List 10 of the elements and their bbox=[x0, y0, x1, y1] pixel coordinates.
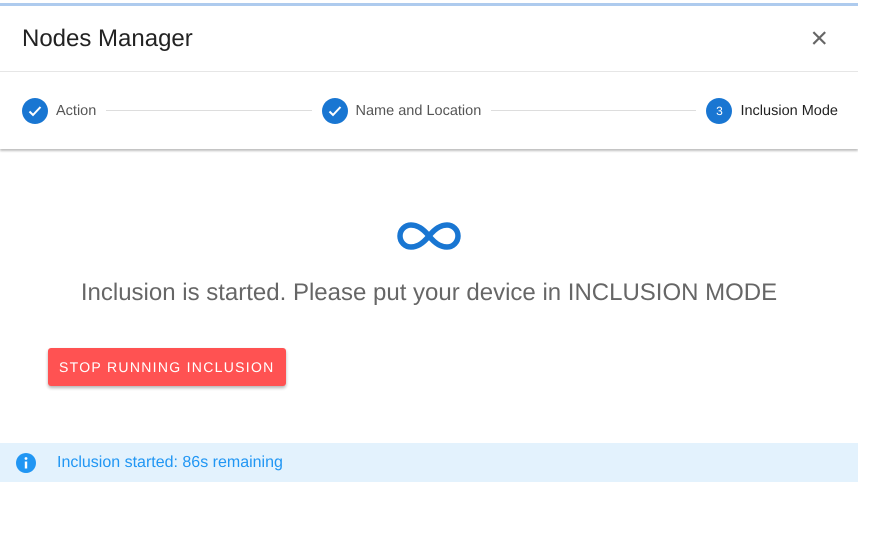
step-label: Inclusion Mode bbox=[740, 102, 838, 118]
close-button[interactable]: × bbox=[804, 24, 834, 54]
dialog-title: Nodes Manager bbox=[22, 24, 193, 52]
infinity-icon bbox=[396, 221, 462, 251]
status-message: Inclusion is started. Please put your device in INCLUSION MODE bbox=[80, 278, 778, 308]
alert-message: Inclusion started: 86s remaining bbox=[57, 454, 283, 472]
step-label: Name and Location bbox=[356, 102, 482, 118]
step-number: 3 bbox=[706, 98, 732, 124]
step-label: Action bbox=[56, 102, 96, 118]
stop-inclusion-button[interactable]: STOP RUNNING INCLUSION bbox=[48, 348, 286, 386]
